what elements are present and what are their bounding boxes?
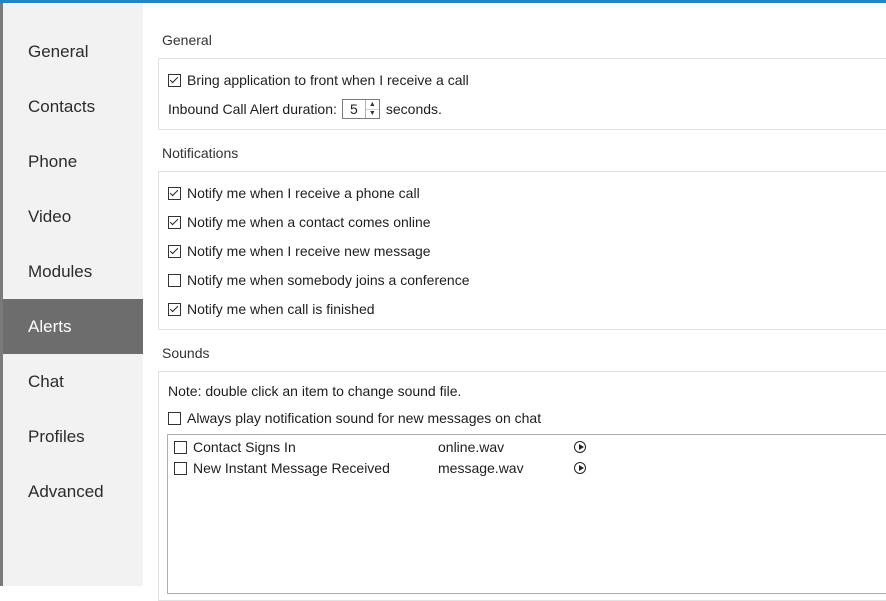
sounds-note-text: Note: double click an item to change sou… (168, 383, 462, 399)
sound-item-checkbox[interactable] (174, 461, 187, 475)
sidebar-item-chat[interactable]: Chat (3, 354, 143, 409)
list-item[interactable]: Contact Signs In online.wav (174, 438, 586, 456)
list-item[interactable]: New Instant Message Received message.wav (174, 459, 586, 477)
notify-new-message-label: Notify me when I receive new message (187, 243, 431, 259)
play-icon[interactable] (574, 441, 586, 453)
sound-item-name: Contact Signs In (193, 439, 296, 455)
notify-conference-join-label: Notify me when somebody joins a conferen… (187, 272, 470, 288)
sound-item-name: New Instant Message Received (193, 460, 390, 476)
always-play-row[interactable]: Always play notification sound for new m… (168, 409, 541, 427)
notify-contact-online-row[interactable]: Notify me when a contact comes online (168, 213, 431, 231)
notify-phone-call-label: Notify me when I receive a phone call (187, 185, 420, 201)
play-icon[interactable] (574, 462, 586, 474)
sidebar-item-video[interactable]: Video (3, 189, 143, 244)
sidebar-item-modules[interactable]: Modules (3, 244, 143, 299)
always-play-checkbox[interactable] (168, 411, 181, 425)
settings-sidebar: General Contacts Phone Video Modules Ale… (3, 3, 143, 586)
general-section-title: General (162, 32, 212, 48)
notify-new-message-row[interactable]: Notify me when I receive new message (168, 242, 431, 260)
sidebar-item-phone[interactable]: Phone (3, 134, 143, 189)
sound-item-file: online.wav (438, 439, 505, 455)
bring-front-label: Bring application to front when I receiv… (187, 72, 469, 88)
alert-duration-spinner[interactable]: 5 ▲ ▼ (341, 99, 380, 119)
alert-duration-value[interactable]: 5 (343, 100, 365, 118)
notify-contact-online-label: Notify me when a contact comes online (187, 214, 431, 230)
sidebar-item-contacts[interactable]: Contacts (3, 79, 143, 134)
alert-duration-label: Inbound Call Alert duration: (168, 101, 337, 117)
sound-item-checkbox[interactable] (174, 440, 187, 454)
alert-duration-row: Inbound Call Alert duration: 5 ▲ ▼ secon… (168, 97, 442, 121)
spinner-down-icon[interactable]: ▼ (366, 110, 379, 119)
sidebar-item-alerts[interactable]: Alerts (3, 299, 143, 354)
notify-call-finished-checkbox[interactable] (168, 302, 181, 316)
alert-duration-unit: seconds. (385, 101, 442, 117)
notify-phone-call-row[interactable]: Notify me when I receive a phone call (168, 184, 420, 202)
sounds-section-title: Sounds (162, 345, 210, 361)
notify-conference-join-checkbox[interactable] (168, 273, 181, 287)
notify-call-finished-row[interactable]: Notify me when call is finished (168, 300, 375, 318)
sounds-list[interactable]: Contact Signs In online.wav New Instant … (167, 434, 886, 594)
sound-item-file: message.wav (438, 460, 524, 476)
notify-conference-join-row[interactable]: Notify me when somebody joins a conferen… (168, 271, 469, 289)
notify-call-finished-label: Notify me when call is finished (187, 301, 375, 317)
always-play-label: Always play notification sound for new m… (187, 410, 542, 426)
sidebar-item-profiles[interactable]: Profiles (3, 409, 143, 464)
notifications-section-title: Notifications (162, 145, 239, 161)
bring-front-checkbox[interactable] (168, 73, 181, 87)
notify-contact-online-checkbox[interactable] (168, 215, 181, 229)
notify-new-message-checkbox[interactable] (168, 244, 181, 258)
bring-front-row[interactable]: Bring application to front when I receiv… (168, 71, 469, 89)
sidebar-item-general[interactable]: General (3, 24, 143, 79)
notify-phone-call-checkbox[interactable] (168, 186, 181, 200)
spinner-up-icon[interactable]: ▲ (365, 100, 379, 110)
sounds-note: Note: double click an item to change sou… (168, 382, 461, 400)
sidebar-item-advanced[interactable]: Advanced (3, 464, 143, 519)
